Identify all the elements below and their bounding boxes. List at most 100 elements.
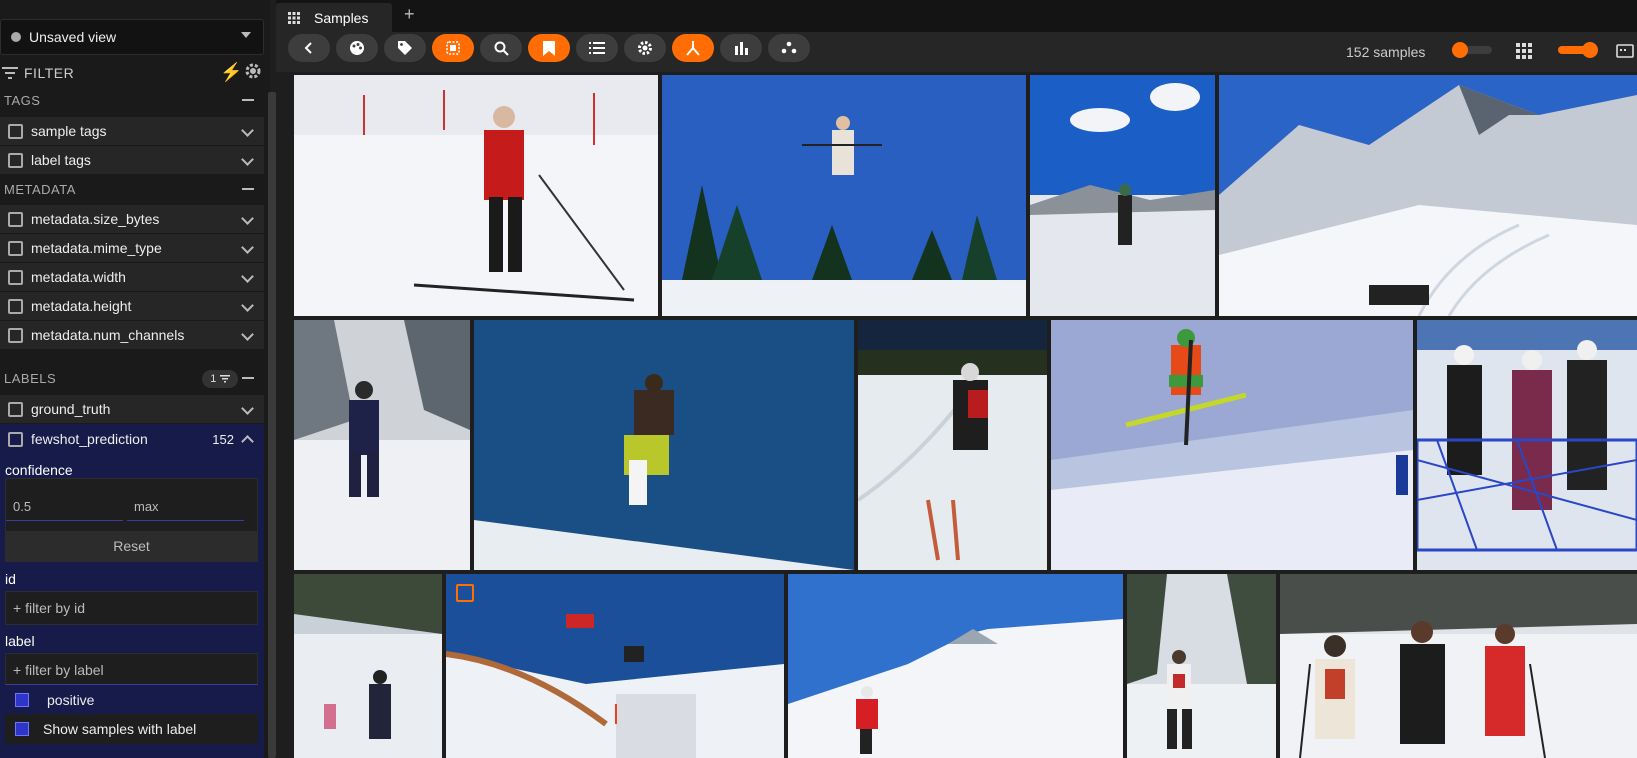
slider-knob[interactable] <box>1452 42 1468 58</box>
field-checkbox[interactable] <box>8 240 23 256</box>
sample-tile[interactable] <box>294 574 442 758</box>
embeddings-button[interactable] <box>768 34 810 62</box>
chevron-down-icon[interactable] <box>241 299 254 312</box>
patches-button[interactable] <box>432 34 474 62</box>
field-label: sample tags <box>31 123 107 139</box>
sample-tile[interactable] <box>1051 320 1413 570</box>
section-tags[interactable]: TAGS <box>0 86 264 114</box>
tab-samples[interactable]: Samples <box>276 3 392 32</box>
embeddings-icon <box>781 41 797 54</box>
field-count: 152 <box>212 432 234 447</box>
filter-icon <box>2 67 18 79</box>
sample-tile[interactable] <box>474 320 854 570</box>
search-button[interactable] <box>480 34 522 62</box>
sample-image <box>446 574 784 758</box>
chevron-down-icon[interactable] <box>241 328 254 341</box>
field-checkbox[interactable] <box>8 431 23 447</box>
field-metadata-num-channels[interactable]: metadata.num_channels <box>0 321 264 349</box>
field-checkbox[interactable] <box>8 327 23 343</box>
chevron-down-icon[interactable] <box>241 270 254 283</box>
label-option-positive[interactable]: positive <box>5 685 258 715</box>
toolbar: 152 samples <box>276 32 1637 72</box>
sample-tile[interactable] <box>1417 320 1637 570</box>
field-checkbox[interactable] <box>8 269 23 285</box>
show-samples-checkbox[interactable] <box>15 722 29 736</box>
sort-button[interactable] <box>576 34 618 62</box>
slider-knob[interactable] <box>1582 42 1598 58</box>
show-samples-toggle[interactable]: Show samples with label <box>5 714 258 744</box>
gear-icon[interactable] <box>243 61 263 81</box>
field-label-tags[interactable]: label tags <box>0 146 264 174</box>
field-metadata-height[interactable]: metadata.height <box>0 292 264 320</box>
search-icon <box>494 41 509 56</box>
field-checkbox[interactable] <box>8 152 23 168</box>
section-labels[interactable]: LABELS 1 <box>0 364 264 392</box>
sample-tile[interactable] <box>788 574 1123 758</box>
sample-tile[interactable] <box>858 320 1047 570</box>
field-label: metadata.mime_type <box>31 240 162 256</box>
field-metadata-size-bytes[interactable]: metadata.size_bytes <box>0 205 264 233</box>
collapse-icon <box>242 188 254 190</box>
sample-tile[interactable] <box>446 574 784 758</box>
bolt-icon[interactable]: ⚡ <box>220 62 242 83</box>
section-metadata[interactable]: METADATA <box>0 175 264 203</box>
field-sample-tags[interactable]: sample tags <box>0 117 264 145</box>
sample-tile[interactable] <box>1219 75 1637 316</box>
option-checkbox[interactable] <box>15 693 29 707</box>
sample-select-checkbox[interactable] <box>456 584 474 602</box>
filter-lines-icon <box>219 375 230 383</box>
histograms-button[interactable] <box>720 34 762 62</box>
label-filter-input[interactable]: + filter by label <box>5 653 258 685</box>
settings-button[interactable] <box>624 34 666 62</box>
field-label: metadata.height <box>31 298 132 314</box>
field-checkbox[interactable] <box>8 401 23 417</box>
sidebar-scroll: Unsaved view FILTER ⚡ TAGS sample tags l… <box>0 0 264 758</box>
color-button[interactable] <box>336 34 378 62</box>
field-metadata-mime-type[interactable]: metadata.mime_type <box>0 234 264 262</box>
sidebar-scrollbar[interactable] <box>268 92 276 758</box>
field-checkbox[interactable] <box>8 211 23 227</box>
labels-filter-badge[interactable]: 1 <box>202 370 238 388</box>
tab-samples-label: Samples <box>314 9 369 26</box>
chevron-down-icon[interactable] <box>241 212 254 225</box>
filter-header: FILTER ⚡ <box>0 60 264 86</box>
field-ground-truth[interactable]: ground_truth <box>0 395 264 423</box>
merge-icon <box>686 41 700 56</box>
sample-tile[interactable] <box>1127 574 1276 758</box>
expand-view-icon[interactable] <box>1616 42 1634 60</box>
field-label: label tags <box>31 152 91 168</box>
chevron-up-icon[interactable] <box>241 435 254 448</box>
collapse-icon <box>242 377 254 379</box>
field-checkbox[interactable] <box>8 123 23 139</box>
merge-button[interactable] <box>672 34 714 62</box>
zoom-slider-left[interactable] <box>1452 42 1492 58</box>
chevron-down-icon[interactable] <box>241 124 254 137</box>
field-fewshot-prediction-expanded: fewshot_prediction 152 confidence 0.5 ma… <box>0 424 264 758</box>
confidence-max-input[interactable]: max <box>127 493 244 521</box>
chevron-down-icon[interactable] <box>241 241 254 254</box>
chevron-down-icon[interactable] <box>241 402 254 415</box>
field-checkbox[interactable] <box>8 298 23 314</box>
field-metadata-width[interactable]: metadata.width <box>0 263 264 291</box>
sample-tile[interactable] <box>294 75 658 316</box>
back-button[interactable] <box>288 34 330 62</box>
tag-button[interactable] <box>384 34 426 62</box>
add-tab-button[interactable]: + <box>404 4 415 25</box>
sample-tile[interactable] <box>1030 75 1215 316</box>
sample-tile[interactable] <box>1280 574 1637 758</box>
sample-tile[interactable] <box>662 75 1026 316</box>
bookmark-button[interactable] <box>528 34 570 62</box>
grid-icon <box>288 11 300 24</box>
zoom-slider-right[interactable] <box>1558 42 1598 58</box>
gear-icon <box>638 41 652 55</box>
confidence-min-input[interactable]: 0.5 <box>6 493 123 521</box>
view-selector[interactable]: Unsaved view <box>0 19 264 55</box>
id-filter-input[interactable]: + filter by id <box>5 591 258 625</box>
field-fewshot-prediction[interactable]: fewshot_prediction 152 <box>0 424 264 454</box>
chevron-down-icon[interactable] <box>241 153 254 166</box>
sample-tile[interactable] <box>294 320 470 570</box>
collapse-icon <box>242 99 254 101</box>
reset-button[interactable]: Reset <box>6 531 257 561</box>
view-label: Unsaved view <box>29 29 117 45</box>
grid-size-icon[interactable] <box>1516 43 1532 59</box>
